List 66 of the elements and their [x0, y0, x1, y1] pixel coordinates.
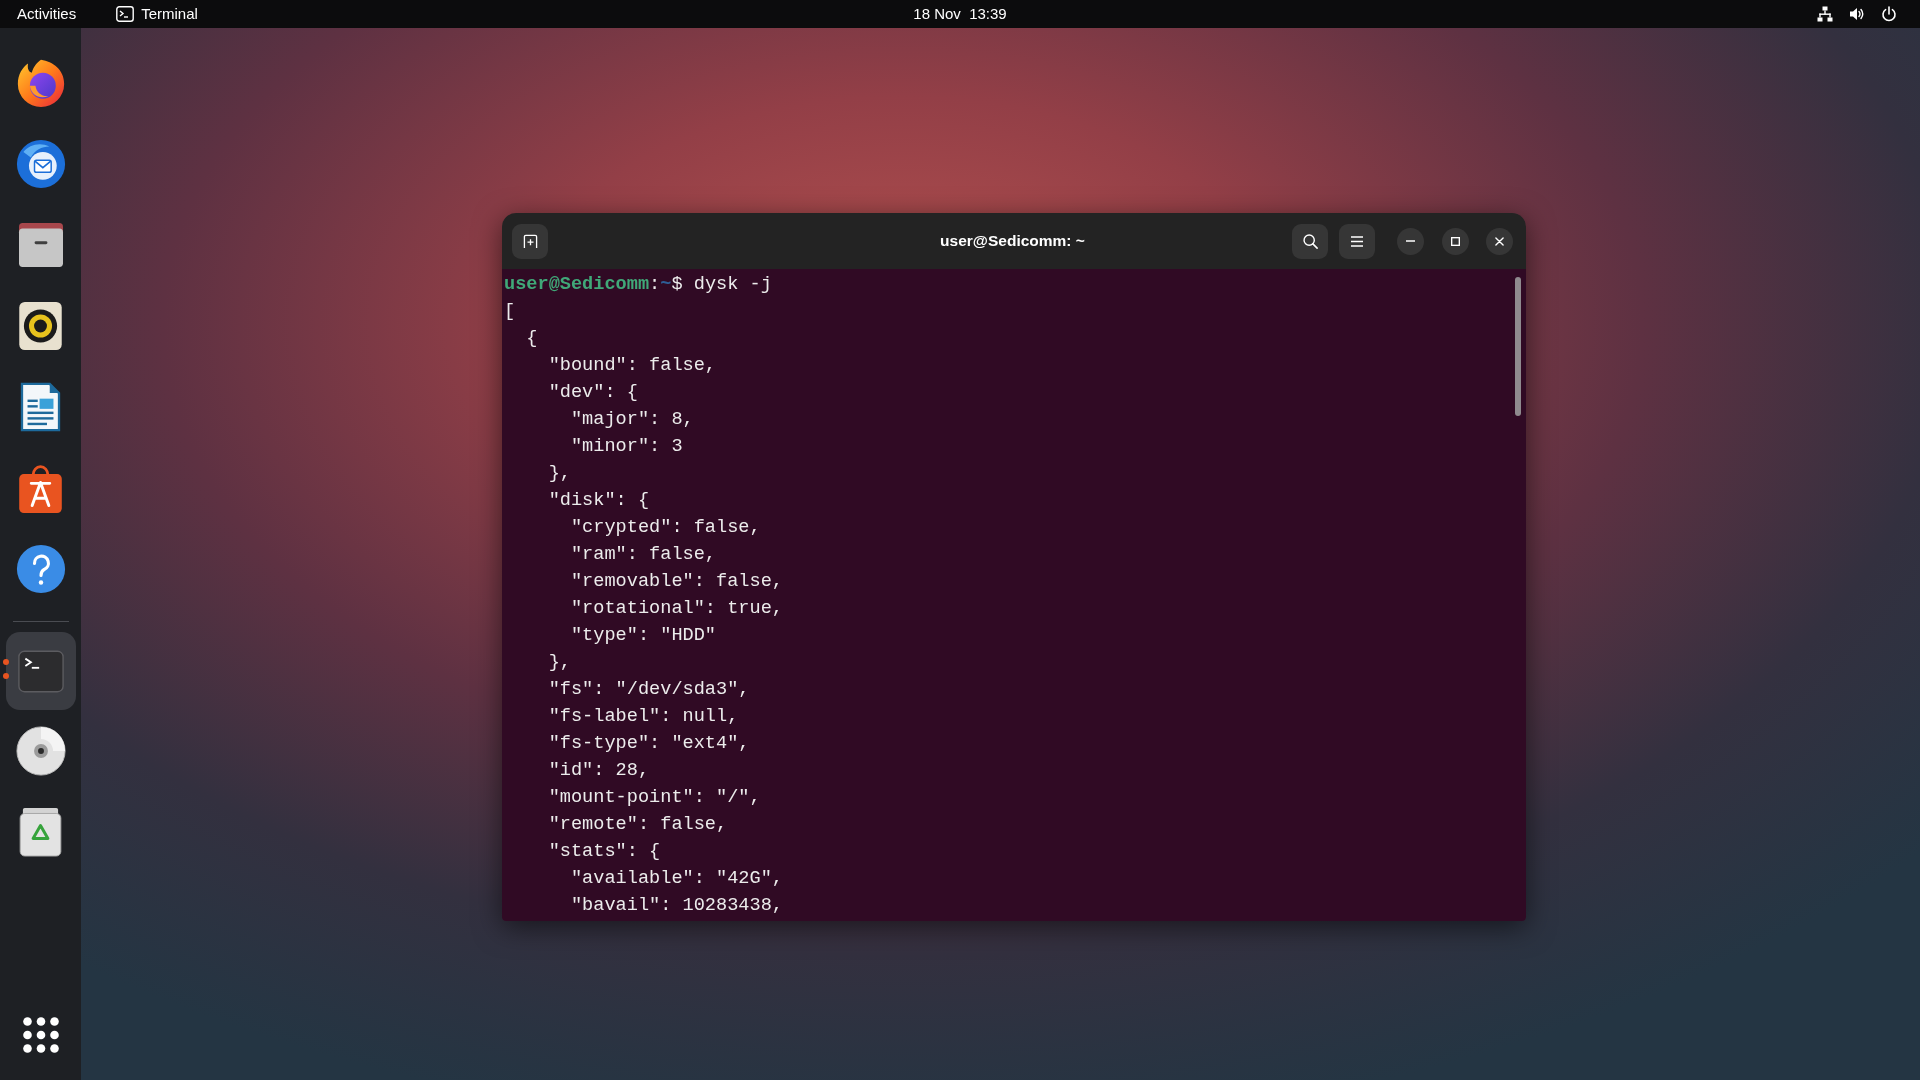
- output-line: "crypted": false,: [570, 517, 761, 538]
- command-line: user@Sedicomm:~$ dysk -j: [504, 274, 772, 295]
- network-icon[interactable]: [1817, 6, 1833, 22]
- close-button[interactable]: [1486, 227, 1513, 255]
- output-line: "minor": 3: [570, 436, 683, 457]
- dock-launcher[interactable]: [15, 725, 66, 776]
- window-title: user@Sedicomm: ~: [940, 231, 1085, 252]
- power-icon[interactable]: [1881, 6, 1897, 22]
- search-icon: [1302, 233, 1318, 249]
- dock-launcher[interactable]: [20, 381, 61, 432]
- dock-launcher[interactable]: [19, 806, 62, 857]
- clock-button[interactable]: 18 Nov 13:39: [913, 4, 1007, 24]
- output-line: "fs-type": "ext4",: [548, 733, 750, 754]
- output-line: "dev": {: [548, 382, 638, 403]
- output-line: },: [548, 463, 571, 484]
- activities-button[interactable]: Activities: [17, 4, 77, 24]
- running-indicator-icon: [3, 658, 9, 680]
- speaker-icon: [19, 301, 62, 350]
- dock-launcher[interactable]: [15, 57, 66, 108]
- dock-launcher-highlight[interactable]: [5, 632, 76, 710]
- minimize-icon: [1406, 240, 1415, 242]
- envelope-globe-icon: [15, 138, 66, 189]
- volume-icon[interactable]: [1849, 6, 1865, 22]
- menu-button[interactable]: [1339, 223, 1375, 259]
- output-line: "remote": false,: [548, 814, 728, 835]
- minimize-button[interactable]: [1397, 227, 1424, 255]
- output-line: },: [548, 652, 571, 673]
- output-line: "disk": {: [548, 490, 650, 511]
- maximize-button[interactable]: [1442, 227, 1469, 255]
- new-tab-button[interactable]: [512, 223, 548, 259]
- output-line: "mount-point": "/",: [548, 787, 761, 808]
- search-button[interactable]: [1292, 223, 1328, 259]
- output-line: "type": "HDD": [570, 625, 716, 646]
- output-line: "fs": "/dev/sda3",: [548, 679, 750, 700]
- output-line: "removable": false,: [570, 571, 783, 592]
- help-icon: [15, 543, 66, 594]
- menu-icon: [1351, 235, 1363, 247]
- output-line: "bavail": 10283438,: [570, 895, 783, 916]
- new-tab-icon: [522, 233, 538, 249]
- output-line: "fs-label": null,: [548, 706, 739, 727]
- output-line: [: [504, 301, 516, 322]
- dock-launcher[interactable]: [19, 301, 62, 350]
- dock-launcher[interactable]: [19, 462, 62, 513]
- output-line: {: [526, 328, 538, 349]
- output-line: "bound": false,: [548, 355, 716, 376]
- maximize-icon: [1451, 236, 1460, 246]
- output-line: "major": 8,: [570, 409, 694, 430]
- dock-launcher[interactable]: [15, 543, 66, 594]
- close-icon: [1495, 236, 1504, 246]
- document-icon: [20, 381, 61, 432]
- output-line: "id": 28,: [548, 760, 650, 781]
- output-line: "stats": {: [548, 841, 661, 862]
- app-menu-button[interactable]: Terminal: [116, 4, 198, 24]
- terminal-icon: [17, 649, 64, 693]
- output-line: "ram": false,: [570, 544, 716, 565]
- show-apps-button[interactable]: [22, 1016, 59, 1053]
- trash-bin-icon: [19, 806, 62, 857]
- terminal-app-icon: [116, 6, 135, 22]
- app-grid-icon: [22, 1016, 59, 1053]
- flame-globe-icon: [15, 57, 66, 108]
- disc-icon: [15, 725, 66, 776]
- output-line: "rotational": true,: [570, 598, 783, 619]
- scrollbar-thumb[interactable]: [1515, 277, 1521, 416]
- shopping-bag-icon: [19, 462, 62, 513]
- output-line: "available": "42G",: [570, 868, 783, 889]
- dock-launcher[interactable]: [15, 138, 66, 189]
